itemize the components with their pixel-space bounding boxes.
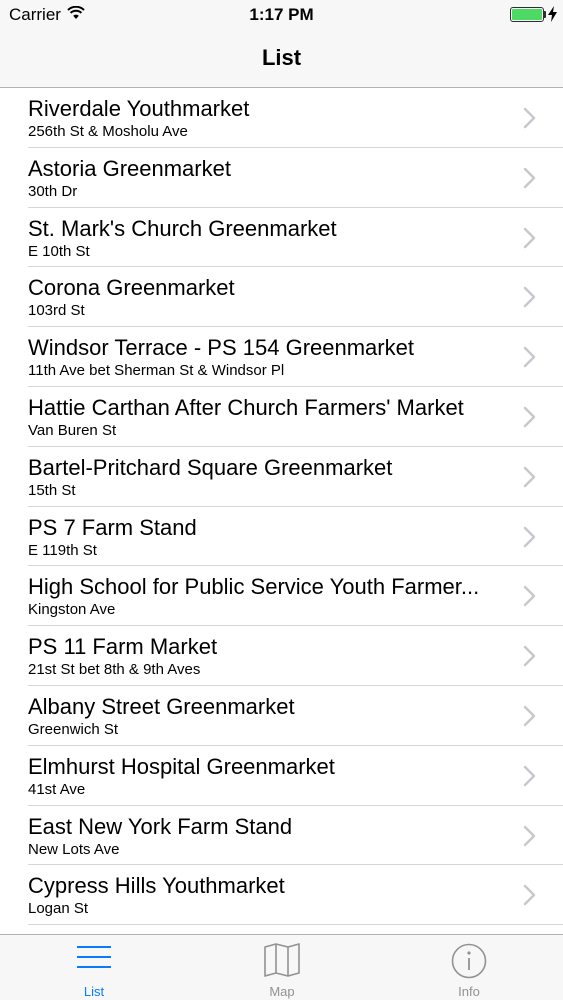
chevron-right-icon bbox=[523, 107, 537, 134]
list-item[interactable]: Corona Greenmarket 103rd St bbox=[0, 267, 563, 327]
market-name: East New York Farm Stand bbox=[28, 813, 293, 839]
battery-icon bbox=[510, 7, 544, 22]
market-address: New Lots Ave bbox=[28, 840, 120, 858]
chevron-right-icon bbox=[523, 585, 537, 612]
tab-bar: List Map Info bbox=[0, 934, 563, 1000]
list-item[interactable]: High School for Public Service Youth Far… bbox=[0, 566, 563, 626]
page-title: List bbox=[261, 45, 302, 70]
list-item[interactable]: Bartel-Pritchard Square Greenmarket 15th … bbox=[0, 447, 563, 507]
market-address: 30th Dr bbox=[28, 182, 78, 200]
chevron-right-icon bbox=[523, 825, 537, 852]
market-name: Riverdale Youthmarket bbox=[28, 96, 250, 121]
list-item[interactable]: Albany Street Greenmarket Greenwich St bbox=[0, 686, 563, 746]
chevron-right-icon bbox=[523, 466, 537, 493]
chevron-right-icon bbox=[523, 526, 537, 553]
chevron-right-icon bbox=[523, 406, 537, 433]
market-name: Windsor Terrace - PS 154 Greenmarket bbox=[28, 335, 414, 361]
battery-fill bbox=[512, 9, 542, 20]
list-item[interactable]: East New York Farm Stand New Lots Ave bbox=[0, 806, 563, 866]
market-name: Albany Street Greenmarket bbox=[28, 693, 295, 719]
chevron-right-icon bbox=[523, 765, 537, 792]
tab-map-label: Map bbox=[269, 984, 295, 999]
navigation-bar: List bbox=[0, 30, 563, 88]
charging-icon bbox=[548, 6, 557, 27]
list-icon bbox=[76, 943, 112, 978]
market-address: 256th St & Mosholu Ave bbox=[28, 123, 188, 140]
chevron-right-icon bbox=[523, 884, 537, 911]
market-address: 41st Ave bbox=[28, 780, 86, 798]
chevron-right-icon bbox=[523, 227, 537, 254]
battery-nub bbox=[544, 11, 546, 18]
market-address: 15th St bbox=[28, 481, 76, 499]
tab-map[interactable]: Map bbox=[188, 935, 376, 1000]
list-item[interactable]: Windsor Terrace - PS 154 Greenmarket 11th… bbox=[0, 327, 563, 387]
list-item[interactable]: PS 7 Farm Stand E 119th St bbox=[0, 507, 563, 567]
list-item[interactable]: Elmhurst Hospital Greenmarket 41st Ave bbox=[0, 746, 563, 806]
info-icon bbox=[451, 943, 487, 984]
map-icon bbox=[264, 943, 300, 982]
market-name: Bartel-Pritchard Square Greenmarket bbox=[28, 454, 393, 480]
market-name: Elmhurst Hospital Greenmarket bbox=[28, 753, 335, 779]
market-name: Corona Greenmarket bbox=[28, 275, 235, 301]
list-item[interactable]: Cypress Hills Youthmarket Logan St bbox=[0, 865, 563, 925]
status-bar: Carrier 1:17 PM bbox=[0, 0, 563, 30]
market-address: 11th Ave bet Sherman St & Windsor Pl bbox=[28, 362, 285, 380]
list-item[interactable]: Astoria Greenmarket 30th Dr bbox=[0, 148, 563, 208]
list-item[interactable]: PS 11 Farm Market 21st St bet 8th & 9th A… bbox=[0, 626, 563, 686]
market-list[interactable]: Riverdale Youthmarket 256th St & Mosholu … bbox=[0, 88, 563, 934]
list-item[interactable]: Hattie Carthan After Church Farmers' Mar… bbox=[0, 387, 563, 447]
chevron-right-icon bbox=[523, 167, 537, 194]
market-name: Hattie Carthan After Church Farmers' Mar… bbox=[28, 394, 464, 420]
market-name: PS 11 Farm Market bbox=[28, 634, 218, 660]
tab-list-label: List bbox=[83, 984, 105, 999]
list-item[interactable]: St. Mark's Church Greenmarket E 10th St bbox=[0, 208, 563, 268]
chevron-right-icon bbox=[523, 645, 537, 672]
chevron-right-icon bbox=[523, 705, 537, 732]
market-address: E 119th St bbox=[28, 541, 97, 559]
tab-info[interactable]: Info bbox=[375, 935, 563, 1000]
list-item[interactable]: Riverdale Youthmarket 256th St & Mosholu … bbox=[0, 88, 563, 148]
market-address: Logan St bbox=[28, 900, 89, 918]
market-address: Kingston Ave bbox=[28, 601, 116, 619]
chevron-right-icon bbox=[523, 346, 537, 373]
tab-info-label: Info bbox=[458, 984, 480, 999]
market-address: Van Buren St bbox=[28, 421, 117, 439]
market-address: E 10th St bbox=[28, 242, 90, 260]
market-name: PS 7 Farm Stand bbox=[28, 514, 197, 540]
market-address: 21st St bet 8th & 9th Aves bbox=[28, 661, 201, 679]
market-name: Cypress Hills Youthmarket bbox=[28, 873, 285, 899]
market-address: 103rd St bbox=[28, 302, 85, 320]
tab-list[interactable]: List bbox=[0, 935, 188, 1000]
status-time: 1:17 PM bbox=[249, 5, 314, 24]
market-name: High School for Public Service Youth Far… bbox=[28, 574, 480, 600]
market-address: Greenwich St bbox=[28, 720, 119, 738]
market-name: St. Mark's Church Greenmarket bbox=[28, 215, 337, 241]
chevron-right-icon bbox=[523, 286, 537, 313]
market-name: Astoria Greenmarket bbox=[28, 155, 231, 181]
